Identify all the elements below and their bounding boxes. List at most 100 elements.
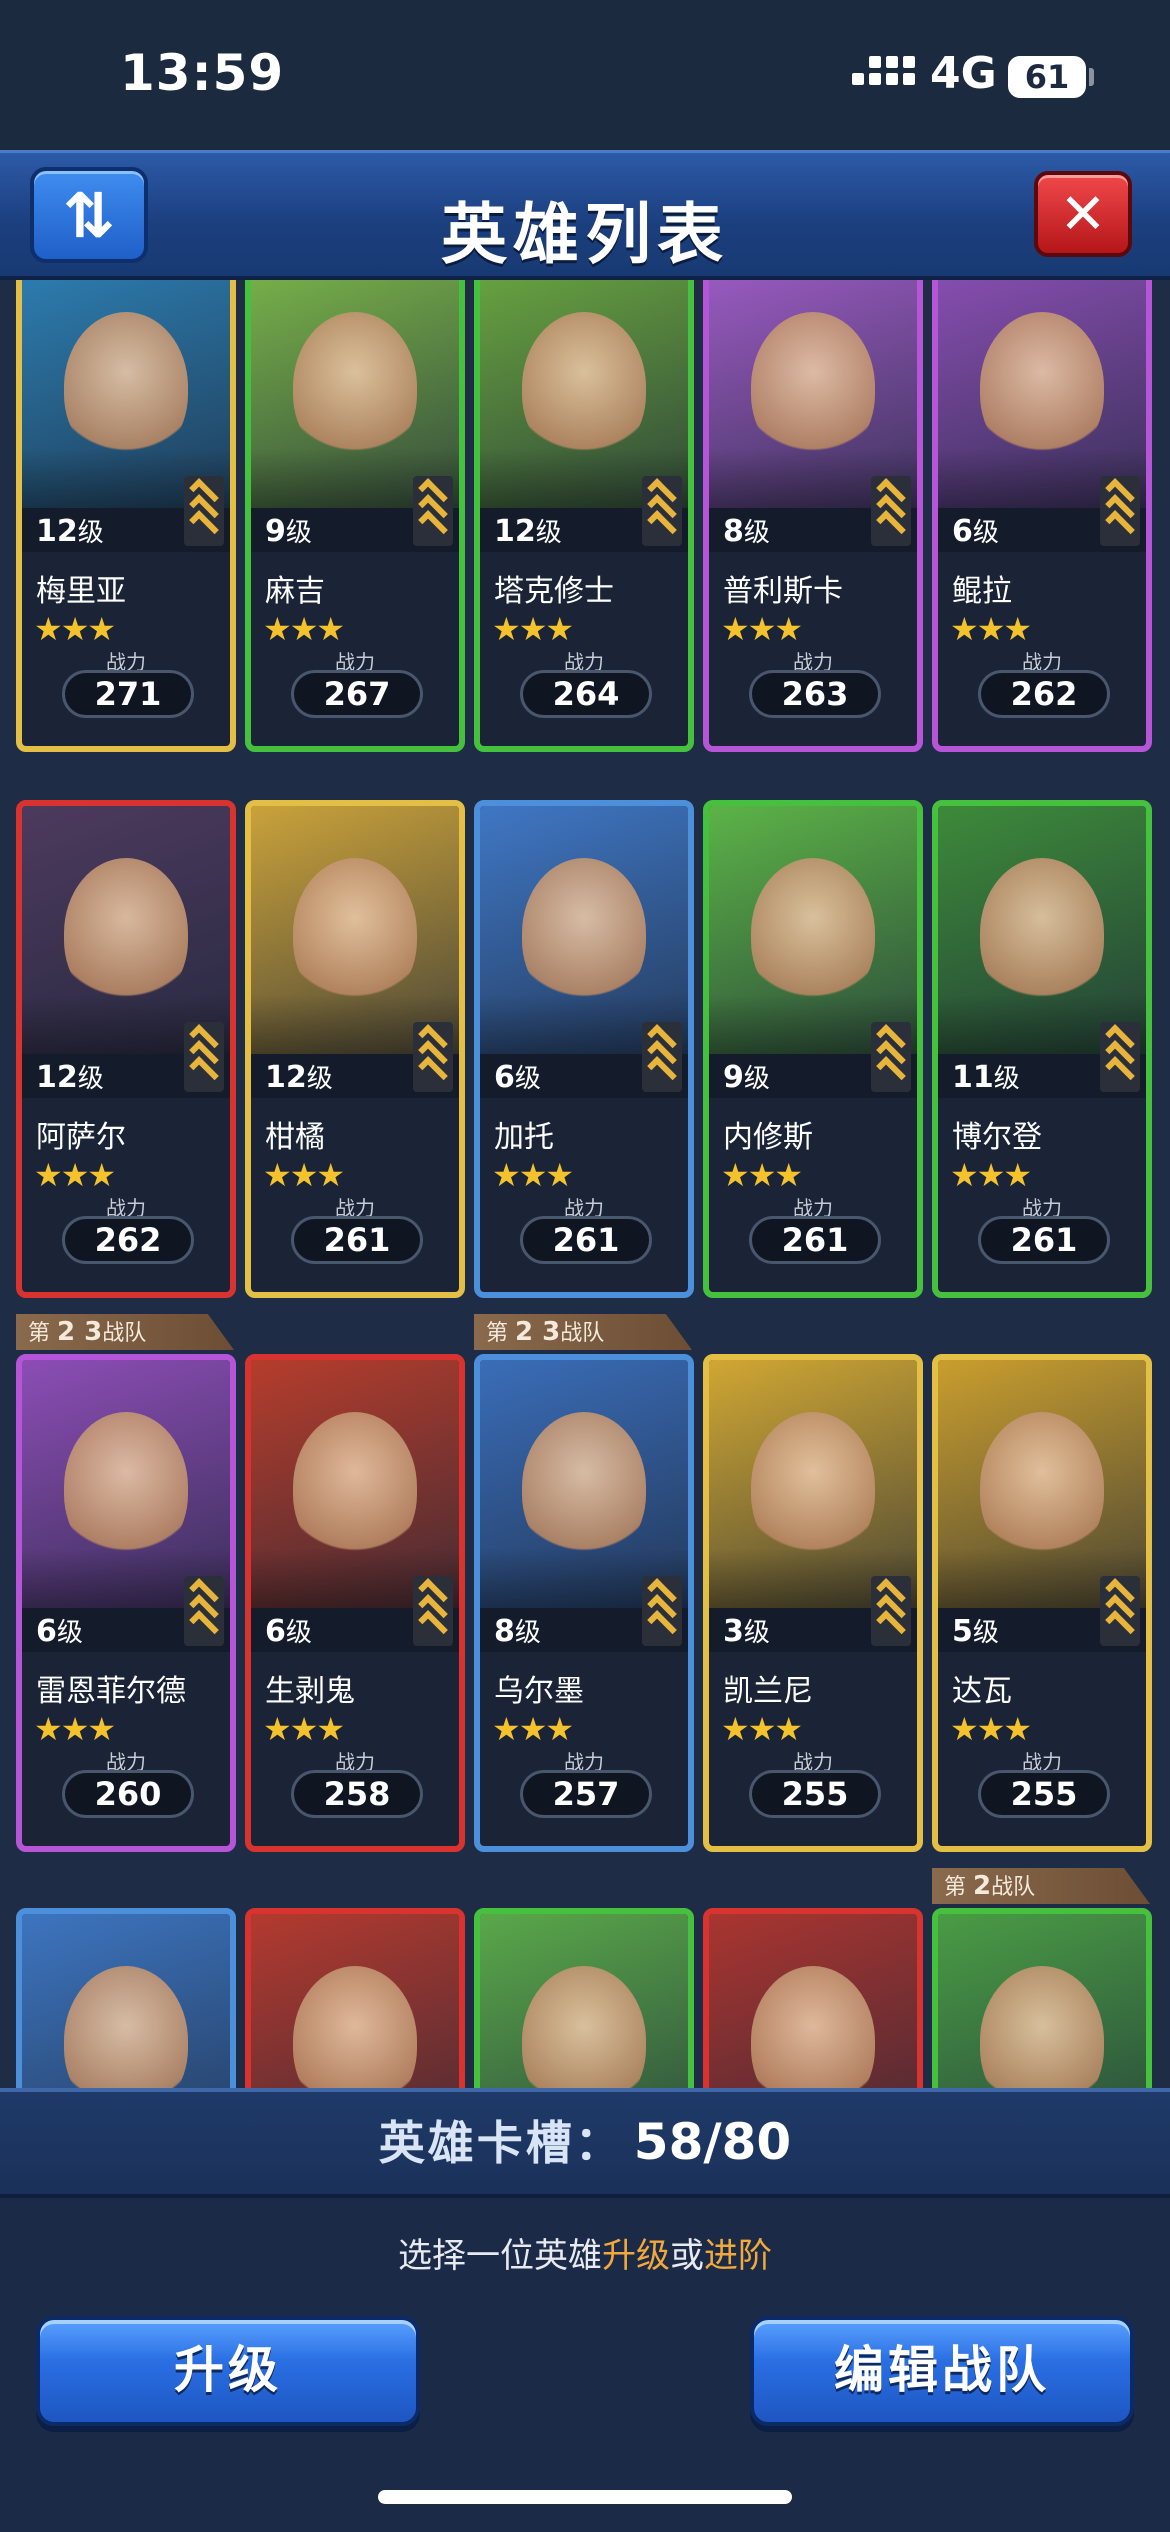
star-rating: ★★★ bbox=[492, 1710, 574, 1748]
upgrade-button[interactable]: 升级 bbox=[36, 2316, 420, 2426]
hero-card[interactable]: 12级 塔克修士 ★★★ 战力 264 bbox=[474, 280, 694, 752]
hero-card[interactable]: 6级 雷恩菲尔德 ★★★ 战力 260 bbox=[16, 1354, 236, 1852]
hero-level-bar: 12级 bbox=[22, 476, 230, 552]
status-time: 13:59 bbox=[120, 44, 285, 102]
hero-portrait bbox=[938, 1360, 1146, 1608]
star-rating: ★★★ bbox=[263, 1156, 345, 1194]
star-rating: ★★★ bbox=[950, 610, 1032, 648]
team-tag: 第 2战队 bbox=[932, 1868, 1150, 1904]
hero-portrait bbox=[709, 1360, 917, 1608]
hero-power: 260 bbox=[62, 1770, 194, 1818]
hero-level: 9级 bbox=[723, 1060, 770, 1095]
hero-name: 达瓦 bbox=[952, 1674, 1012, 1709]
hero-name: 柑橘 bbox=[265, 1120, 325, 1155]
hero-portrait bbox=[938, 280, 1146, 508]
hero-card[interactable]: 5级 达瓦 ★★★ 战力 255 bbox=[932, 1354, 1152, 1852]
hero-name: 加托 bbox=[494, 1120, 554, 1155]
hero-level: 6级 bbox=[952, 514, 999, 549]
hero-level-bar: 6级 bbox=[251, 1576, 459, 1652]
hint-part1: 选择一位英雄 bbox=[398, 2236, 602, 2276]
hero-level-bar: 12级 bbox=[251, 1022, 459, 1098]
hero-level: 6级 bbox=[36, 1614, 83, 1649]
hero-portrait bbox=[251, 1914, 459, 2088]
hint-upgrade: 升级 bbox=[602, 2236, 670, 2276]
hero-portrait bbox=[709, 1914, 917, 2088]
hero-slot-value: 58/80 bbox=[633, 2113, 792, 2171]
star-rating: ★★★ bbox=[492, 610, 574, 648]
hero-level-bar: 11级 bbox=[938, 1022, 1146, 1098]
star-rating: ★★★ bbox=[950, 1710, 1032, 1748]
hero-level-bar: 8级 bbox=[709, 476, 917, 552]
hero-portrait bbox=[938, 806, 1146, 1054]
hero-portrait bbox=[22, 280, 230, 508]
hero-card[interactable] bbox=[932, 1908, 1152, 2088]
hero-portrait bbox=[938, 1914, 1146, 2088]
hero-power: 255 bbox=[749, 1770, 881, 1818]
page-title: 英雄列表 bbox=[441, 196, 729, 273]
hero-level: 3级 bbox=[723, 1614, 770, 1649]
hero-card[interactable]: 8级 乌尔墨 ★★★ 战力 257 bbox=[474, 1354, 694, 1852]
hero-grid[interactable]: 12级 梅里亚 ★★★ 战力 271 9级 麻吉 ★★★ 战力 267 12级 塔克修士 ★★★ 战力 26… bbox=[0, 280, 1170, 2088]
edit-team-button[interactable]: 编辑战队 bbox=[750, 2316, 1134, 2426]
hero-power: 261 bbox=[749, 1216, 881, 1264]
rank-chevron-icon bbox=[871, 1576, 911, 1646]
hero-card[interactable]: 12级 阿萨尔 ★★★ 战力 262 bbox=[16, 800, 236, 1298]
hero-card[interactable]: 12级 梅里亚 ★★★ 战力 271 bbox=[16, 280, 236, 752]
hero-card[interactable]: 3级 凯兰尼 ★★★ 战力 255 bbox=[703, 1354, 923, 1852]
rank-chevron-icon bbox=[871, 1022, 911, 1092]
hint-part2: 或 bbox=[670, 2236, 704, 2276]
hero-level: 9级 bbox=[265, 514, 312, 549]
close-icon: ✕ bbox=[1059, 181, 1107, 247]
hint-text: 选择一位英雄升级或进阶 bbox=[0, 2228, 1170, 2277]
hero-slot-label: 英雄卡槽： bbox=[378, 2116, 624, 2170]
hero-card[interactable]: 6级 加托 ★★★ 战力 261 bbox=[474, 800, 694, 1298]
hero-card[interactable]: 6级 鲲拉 ★★★ 战力 262 bbox=[932, 280, 1152, 752]
rank-chevron-icon bbox=[642, 1576, 682, 1646]
star-rating: ★★★ bbox=[263, 1710, 345, 1748]
close-button[interactable]: ✕ bbox=[1034, 171, 1132, 257]
star-rating: ★★★ bbox=[34, 610, 116, 648]
star-rating: ★★★ bbox=[263, 610, 345, 648]
hero-portrait bbox=[251, 806, 459, 1054]
hero-card[interactable]: 6级 生剥鬼 ★★★ 战力 258 bbox=[245, 1354, 465, 1852]
hero-card[interactable] bbox=[703, 1908, 923, 2088]
hero-name: 凯兰尼 bbox=[723, 1674, 813, 1709]
hero-name: 普利斯卡 bbox=[723, 574, 843, 609]
hero-power: 267 bbox=[291, 670, 423, 718]
hero-power: 264 bbox=[520, 670, 652, 718]
star-rating: ★★★ bbox=[950, 1156, 1032, 1194]
rank-chevron-icon bbox=[413, 1022, 453, 1092]
hero-name: 鲲拉 bbox=[952, 574, 1012, 609]
hero-portrait bbox=[22, 1360, 230, 1608]
hero-card[interactable]: 8级 普利斯卡 ★★★ 战力 263 bbox=[703, 280, 923, 752]
hero-slot-bar: 英雄卡槽： 58/80 bbox=[0, 2088, 1170, 2198]
hero-portrait bbox=[22, 1914, 230, 2088]
hero-card[interactable] bbox=[474, 1908, 694, 2088]
hero-card[interactable]: 11级 博尔登 ★★★ 战力 261 bbox=[932, 800, 1152, 1298]
rank-chevron-icon bbox=[184, 476, 224, 546]
rank-chevron-icon bbox=[413, 1576, 453, 1646]
hero-power: 257 bbox=[520, 1770, 652, 1818]
hero-level: 8级 bbox=[723, 514, 770, 549]
rank-chevron-icon bbox=[1100, 1022, 1140, 1092]
hero-power: 255 bbox=[978, 1770, 1110, 1818]
hero-card[interactable]: 9级 内修斯 ★★★ 战力 261 bbox=[703, 800, 923, 1298]
battery-icon: 61 bbox=[1008, 56, 1086, 98]
hero-card[interactable] bbox=[245, 1908, 465, 2088]
network-type: 4G bbox=[930, 48, 997, 99]
rank-chevron-icon bbox=[184, 1022, 224, 1092]
star-rating: ★★★ bbox=[721, 610, 803, 648]
hero-level: 6级 bbox=[265, 1614, 312, 1649]
hero-portrait bbox=[480, 1914, 688, 2088]
hero-power: 263 bbox=[749, 670, 881, 718]
star-rating: ★★★ bbox=[721, 1710, 803, 1748]
home-indicator[interactable] bbox=[378, 2490, 792, 2504]
hero-card[interactable]: 12级 柑橘 ★★★ 战力 261 bbox=[245, 800, 465, 1298]
hero-power: 262 bbox=[62, 1216, 194, 1264]
star-rating: ★★★ bbox=[492, 1156, 574, 1194]
hero-card[interactable] bbox=[16, 1908, 236, 2088]
team-tag: 第 2 3战队 bbox=[16, 1314, 234, 1350]
rank-chevron-icon bbox=[871, 476, 911, 546]
hero-name: 梅里亚 bbox=[36, 574, 126, 609]
hero-card[interactable]: 9级 麻吉 ★★★ 战力 267 bbox=[245, 280, 465, 752]
